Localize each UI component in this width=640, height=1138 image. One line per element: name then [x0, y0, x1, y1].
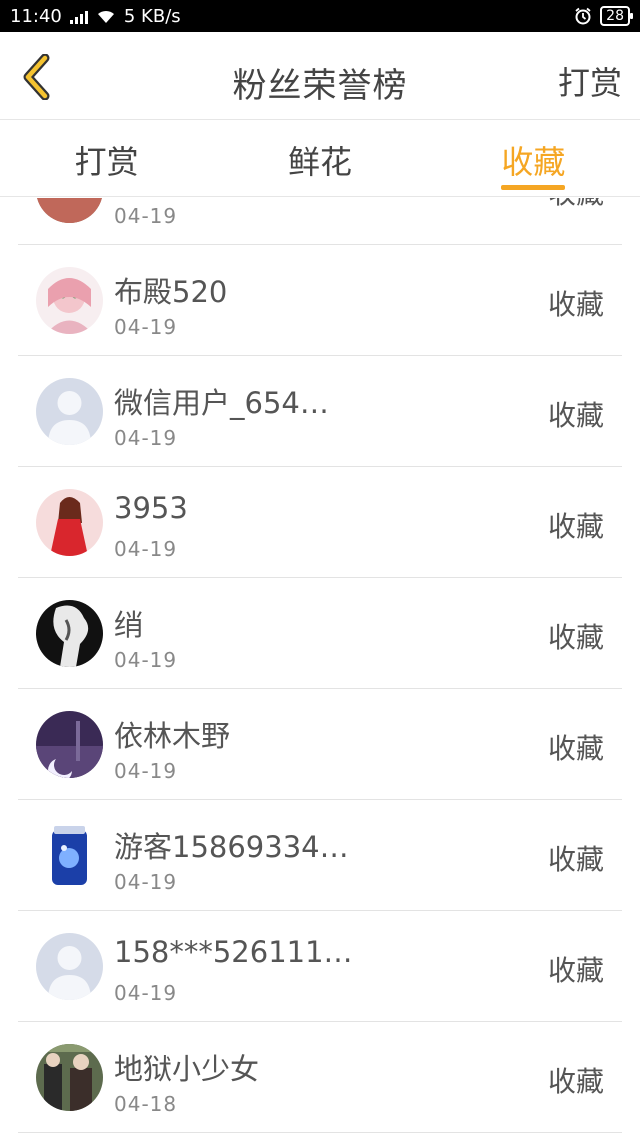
date: 04-19 — [114, 981, 178, 1005]
avatar — [36, 822, 103, 889]
signal-icon — [69, 8, 88, 24]
action-label: 收藏 — [547, 288, 604, 321]
date: 04-19 — [114, 648, 178, 672]
user-name: 依林木野 — [114, 719, 231, 753]
date: 04-19 — [114, 537, 178, 561]
avatar — [36, 600, 103, 667]
list-item[interactable]: 微信用户_654… 04-19 收藏 — [18, 356, 622, 467]
avatar — [36, 267, 103, 334]
list-item[interactable]: 绡 04-19 收藏 — [18, 578, 622, 689]
action-label: 收藏 — [547, 621, 604, 654]
avatar — [36, 489, 103, 556]
alarm-icon — [575, 7, 591, 25]
action-label: 收藏 — [547, 399, 604, 432]
tab-label: 打赏 — [74, 143, 139, 181]
avatar — [36, 711, 103, 778]
fan-list[interactable]: 04-19 收藏 布殿520 04-19 收藏 微信用户_654… 04-19 … — [0, 198, 640, 1138]
tab-flowers[interactable]: 鲜花 — [213, 121, 426, 196]
list-item[interactable]: 04-19 收藏 — [18, 198, 622, 245]
date: 04-19 — [114, 426, 178, 450]
user-name: 绡 — [114, 608, 144, 642]
list-item[interactable]: 游客15869334… 04-19 收藏 — [18, 800, 622, 911]
date: 04-19 — [114, 759, 178, 783]
tab-favorites[interactable]: 收藏 — [427, 121, 640, 196]
tab-bar: 打赏 鲜花 收藏 — [0, 121, 640, 197]
status-bar: 11:40 5 KB/s 28 — [0, 0, 640, 32]
user-name: 158***526111… — [114, 935, 353, 969]
user-name: 微信用户_654… — [114, 386, 329, 420]
user-name: 游客15869334… — [114, 830, 349, 864]
user-name: 3953 — [114, 491, 188, 525]
user-name: 布殿520 — [114, 275, 228, 309]
action-label: 收藏 — [548, 198, 604, 212]
list-item[interactable]: 158***526111… 04-19 收藏 — [18, 911, 622, 1022]
avatar — [36, 933, 103, 1000]
active-tab-indicator — [501, 185, 566, 190]
avatar — [36, 198, 103, 223]
action-label: 收藏 — [547, 510, 604, 543]
tab-label: 鲜花 — [287, 143, 352, 181]
action-label: 收藏 — [547, 843, 604, 876]
tab-reward[interactable]: 打赏 — [0, 121, 213, 196]
avatar — [36, 1044, 103, 1111]
list-item[interactable]: 3953 04-19 收藏 — [18, 467, 622, 578]
wifi-icon — [97, 10, 114, 23]
user-name: 地狱小少女 — [114, 1052, 260, 1086]
reward-button[interactable]: 打赏 — [558, 58, 622, 104]
page-title: 粉丝荣誉榜 — [232, 66, 408, 106]
date: 04-19 — [114, 315, 178, 339]
action-label: 收藏 — [547, 1065, 604, 1098]
tab-label: 收藏 — [501, 143, 566, 181]
avatar — [36, 378, 103, 445]
network-speed: 5 KB/s — [123, 5, 181, 27]
list-item[interactable]: 布殿520 04-19 收藏 — [18, 245, 622, 356]
date: 04-19 — [114, 204, 178, 228]
action-label: 收藏 — [547, 732, 604, 765]
action-label: 收藏 — [547, 954, 604, 987]
date: 04-19 — [114, 870, 178, 894]
header-bar: 粉丝荣誉榜 打赏 — [0, 32, 640, 120]
date: 04-18 — [114, 1092, 178, 1116]
list-item[interactable]: 依林木野 04-19 收藏 — [18, 689, 622, 800]
battery-indicator: 28 — [600, 6, 633, 26]
status-time: 11:40 — [10, 5, 62, 27]
list-item[interactable]: 地狱小少女 04-18 收藏 — [18, 1022, 622, 1133]
